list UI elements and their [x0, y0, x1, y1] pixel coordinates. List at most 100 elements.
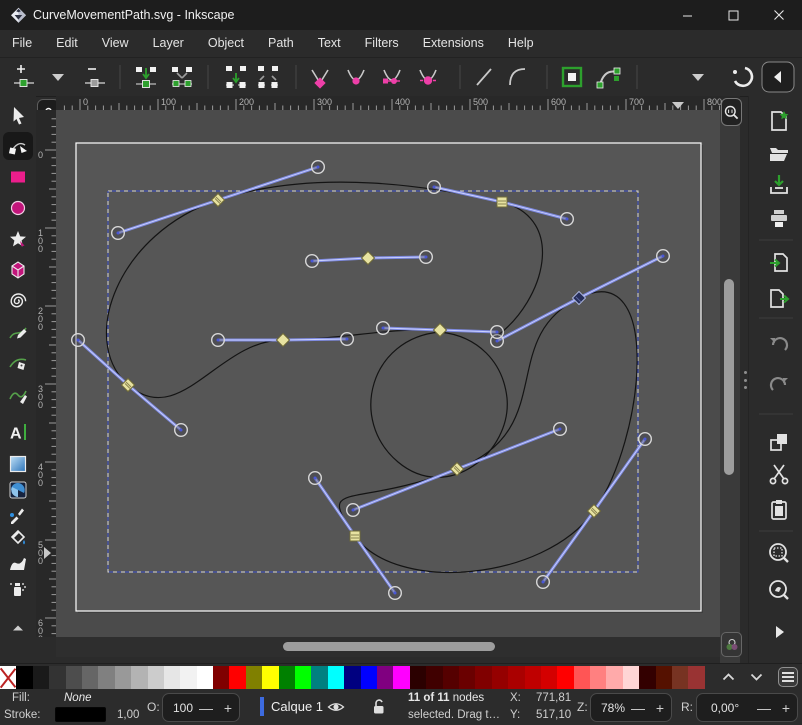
control-handle[interactable]	[212, 334, 225, 347]
toolbox-gradient-tool[interactable]	[11, 457, 26, 472]
stroke-color-swatch[interactable]	[55, 707, 106, 722]
opacity-decrease-button[interactable]: —	[195, 700, 217, 716]
toolbox-node-tool[interactable]	[3, 132, 33, 160]
insert-node-icon[interactable]	[14, 65, 34, 87]
horizontal-ruler[interactable]: 0100200300400500600700800	[56, 96, 740, 110]
control-handle[interactable]	[389, 587, 402, 600]
palette-swatch-551100[interactable]	[656, 666, 672, 689]
toolbox-ellipse-tool[interactable]	[12, 202, 25, 215]
palette-swatch-b3b3b3[interactable]	[131, 666, 147, 689]
palette-swatch-ffff00[interactable]	[262, 666, 278, 689]
control-handle[interactable]	[420, 251, 433, 264]
control-handle[interactable]	[112, 227, 125, 240]
palette-swatch-ffffff[interactable]	[197, 666, 213, 689]
color-managed-view-button[interactable]	[721, 632, 742, 657]
palette-swatch-6a0000[interactable]	[459, 666, 475, 689]
control-handle[interactable]	[175, 424, 188, 437]
palette-swatch-f2f2f2[interactable]	[180, 666, 196, 689]
control-handle[interactable]	[491, 326, 504, 339]
layer-lock-open-icon[interactable]	[370, 698, 386, 715]
stroke-to-path-icon[interactable]	[597, 68, 620, 88]
palette-swatch-330000[interactable]	[639, 666, 655, 689]
menu-item-layer[interactable]: Layer	[141, 30, 196, 57]
toolbox-mesh-tool[interactable]	[10, 482, 26, 498]
palette-swatch-808080[interactable]	[98, 666, 114, 689]
redo-icon[interactable]	[771, 378, 788, 390]
menu-item-path[interactable]: Path	[256, 30, 306, 57]
zoom-drawing-icon[interactable]	[770, 581, 788, 599]
zoom-decrease-button[interactable]: —	[627, 700, 649, 716]
palette-swatch-ff5555[interactable]	[574, 666, 590, 689]
horizontal-scrollbar[interactable]	[56, 637, 720, 657]
control-handle[interactable]	[639, 433, 652, 446]
palette-swatch-ff8080[interactable]	[590, 666, 606, 689]
horizontal-scrollbar-thumb[interactable]	[283, 642, 495, 651]
palette-swatch-2b0000[interactable]	[410, 666, 426, 689]
snap-icon[interactable]	[733, 68, 752, 86]
control-handle[interactable]	[306, 255, 319, 268]
node-smooth-icon[interactable]	[348, 70, 364, 85]
segment-line-icon[interactable]	[477, 69, 491, 85]
rotation-decrease-button[interactable]: —	[753, 700, 775, 716]
palette-swatch-cccccc[interactable]	[148, 666, 164, 689]
toolbox-pencil-tool[interactable]	[10, 328, 27, 339]
palette-swatch-950000[interactable]	[492, 666, 508, 689]
palette-swatch-ff00ff[interactable]	[393, 666, 409, 689]
palette-swatch-550000[interactable]	[443, 666, 459, 689]
palette-swatch-999999[interactable]	[115, 666, 131, 689]
palette-swatch-0000ff[interactable]	[361, 666, 377, 689]
palette-swatch-400000[interactable]	[426, 666, 442, 689]
open-document-icon[interactable]	[770, 148, 788, 161]
palette-swatch-666666[interactable]	[82, 666, 98, 689]
control-handle[interactable]	[657, 250, 670, 263]
palette-swatch-ffd5d5[interactable]	[623, 666, 639, 689]
toolbox-star-tool[interactable]	[10, 231, 26, 247]
new-document-icon[interactable]	[772, 111, 788, 130]
palette-swatch-e6e6e6[interactable]	[164, 666, 180, 689]
canvas[interactable]	[56, 110, 720, 637]
toolbox-text-tool[interactable]: A	[10, 424, 26, 443]
break-nodes-icon[interactable]	[226, 66, 246, 88]
palette-swatch-800080[interactable]	[377, 666, 393, 689]
delete-segment-icon[interactable]	[258, 66, 278, 88]
menu-item-object[interactable]: Object	[196, 30, 256, 57]
palette-swatch-808000[interactable]	[246, 666, 262, 689]
import-icon[interactable]	[770, 254, 787, 271]
toolbox-tweak-tool[interactable]	[10, 558, 26, 570]
vertical-scrollbar[interactable]	[720, 110, 740, 663]
control-handle[interactable]	[72, 334, 85, 347]
zoom-selection-icon[interactable]	[770, 544, 788, 562]
control-handle[interactable]	[377, 322, 390, 335]
zoom-1-1-button[interactable]	[721, 98, 742, 126]
rotation-widget[interactable]: 0,00° — +	[696, 693, 798, 722]
menu-item-file[interactable]: File	[0, 30, 44, 57]
palette-swatch-bf0000[interactable]	[525, 666, 541, 689]
minimize-button[interactable]	[664, 0, 710, 30]
menu-item-edit[interactable]: Edit	[44, 30, 90, 57]
toolbox-rectangle-tool[interactable]	[11, 172, 25, 183]
print-icon[interactable]	[771, 210, 787, 227]
node-auto-icon[interactable]	[420, 70, 436, 85]
menu-item-filters[interactable]: Filters	[353, 30, 411, 57]
vertical-ruler[interactable]: 0100200300400500600	[36, 110, 56, 637]
palette-scroll-up-button[interactable]	[722, 673, 750, 681]
control-handle[interactable]	[561, 213, 574, 226]
zoom-increase-button[interactable]: +	[649, 700, 671, 716]
palette-swatch-none[interactable]	[0, 666, 16, 689]
menu-item-view[interactable]: View	[90, 30, 141, 57]
paste-icon[interactable]	[772, 500, 786, 519]
expand-panel-icon[interactable]	[776, 626, 784, 638]
fill-value[interactable]: None	[64, 692, 92, 704]
control-handle[interactable]	[428, 181, 441, 194]
drawing-area[interactable]	[56, 110, 720, 637]
control-handle[interactable]	[554, 423, 567, 436]
menu-item-help[interactable]: Help	[496, 30, 546, 57]
palette-swatch-008080[interactable]	[311, 666, 327, 689]
close-button[interactable]	[756, 0, 802, 30]
stroke-width-value[interactable]: 1,00	[117, 709, 139, 721]
path-node-I[interactable]	[350, 531, 360, 541]
opacity-value[interactable]: 100	[163, 701, 193, 715]
node-symmetric-icon[interactable]	[383, 70, 400, 84]
toolbox-selector-tool[interactable]	[14, 107, 25, 125]
control-handle[interactable]	[309, 472, 322, 485]
